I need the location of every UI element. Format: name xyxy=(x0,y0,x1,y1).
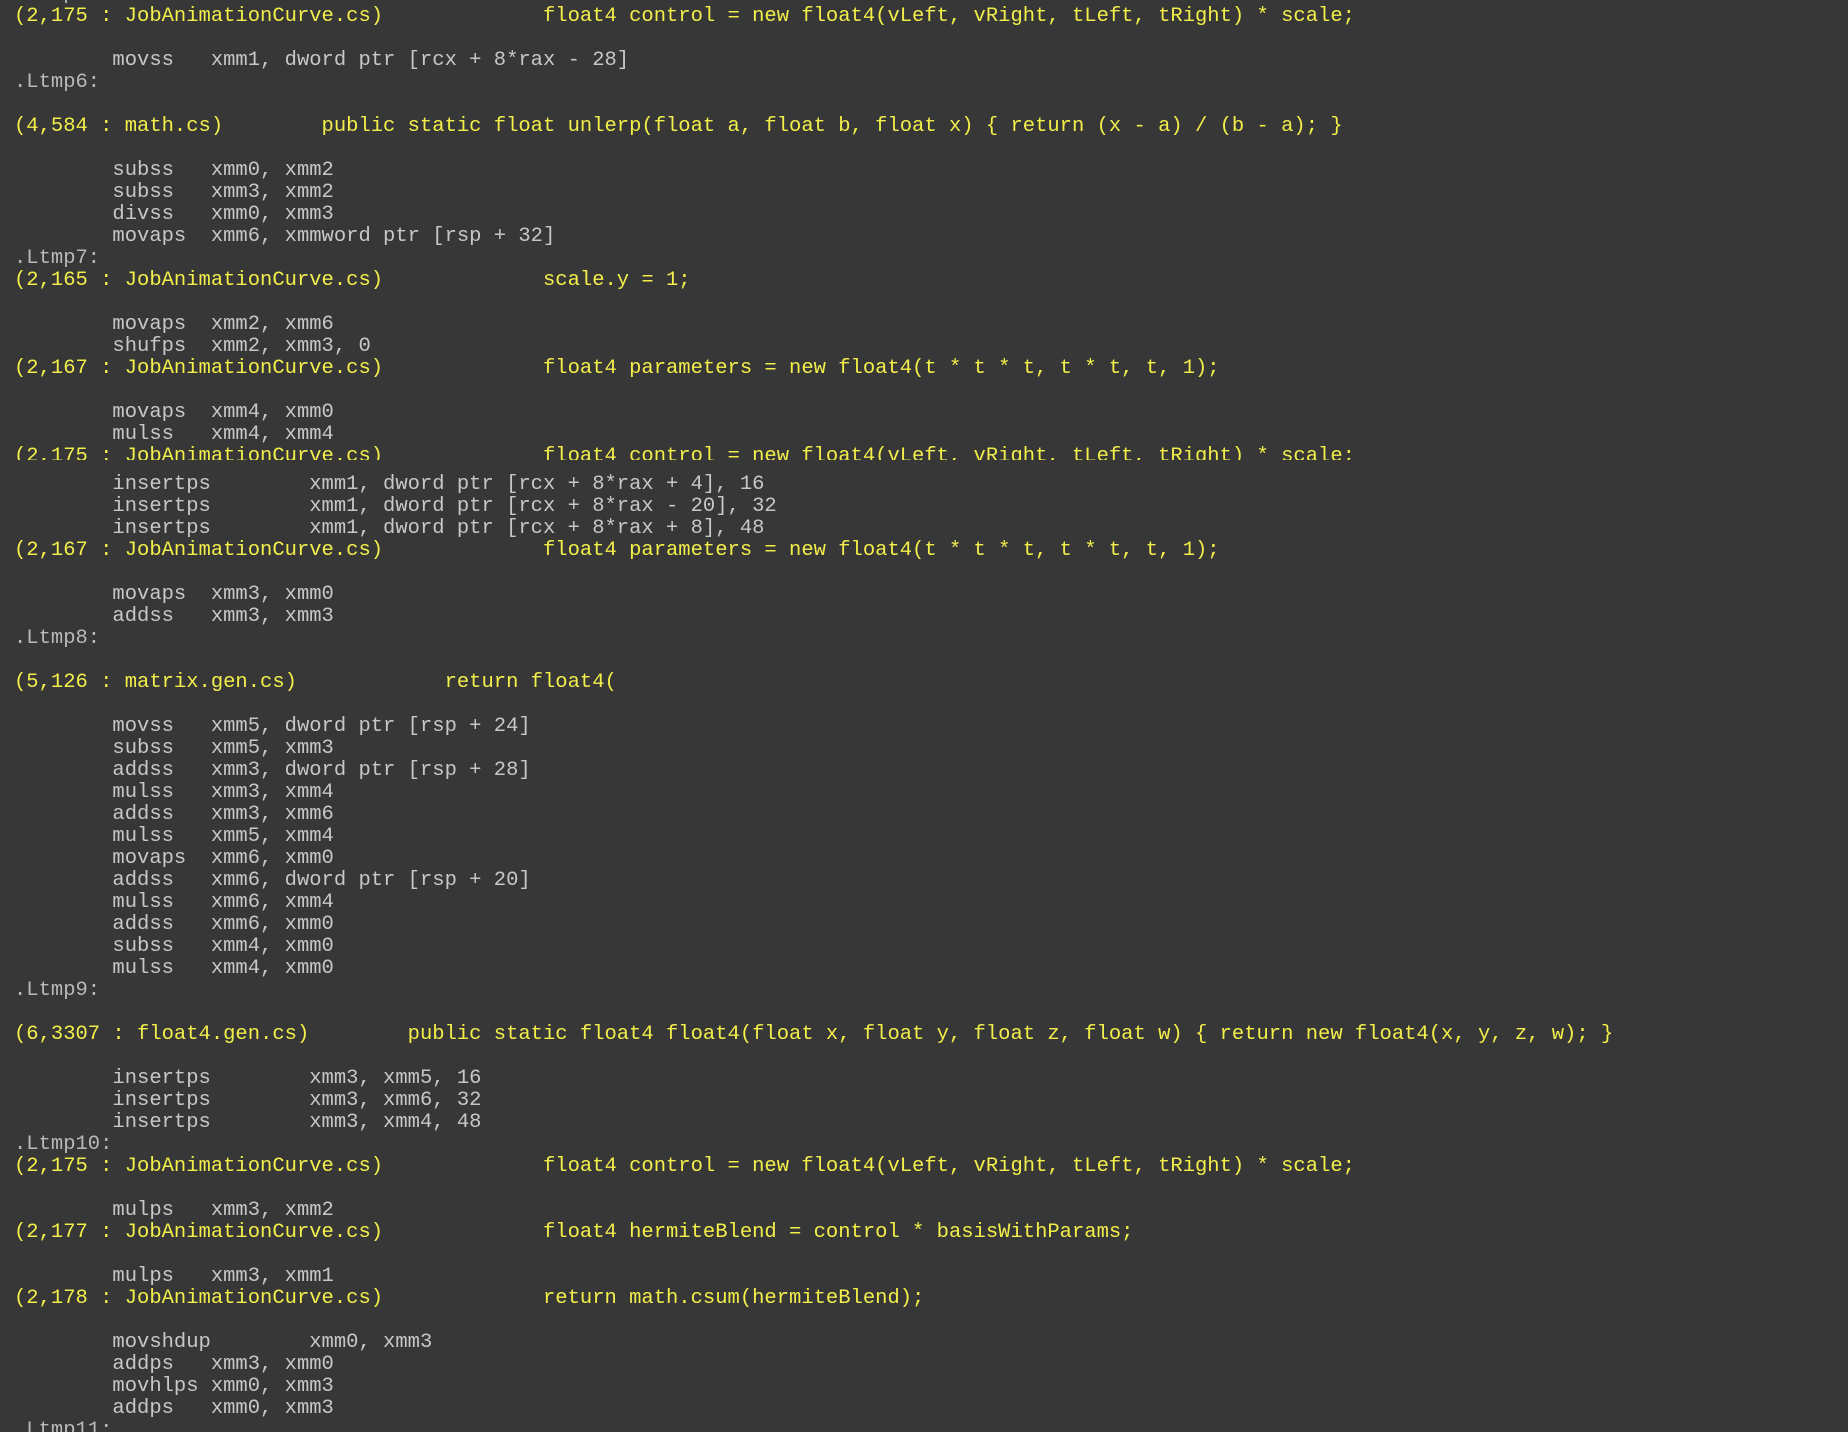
asm-instruction-line: movss xmm1, dword ptr [rcx + 8*rax - 28] xyxy=(14,49,630,72)
source-line: (2,167 : JobAnimationCurve.cs) float4 pa… xyxy=(14,539,1220,562)
asm-instruction-line: addps xmm0, xmm3 xyxy=(14,1397,334,1420)
asm-instruction-line: divss xmm0, xmm3 xyxy=(14,203,334,226)
asm-instruction-line: movaps xmm2, xmm6 xyxy=(14,313,334,336)
asm-instruction-line: addss xmm6, dword ptr [rsp + 20] xyxy=(14,869,531,892)
asm-instruction-line: subss xmm3, xmm2 xyxy=(14,181,334,204)
asm-instruction-line: subss xmm4, xmm0 xyxy=(14,935,334,958)
source-line: (2,175 : JobAnimationCurve.cs) float4 co… xyxy=(14,5,1355,28)
asm-instruction-line: movaps xmm3, xmm0 xyxy=(14,583,334,606)
asm-label-line: .Ltmp11: xyxy=(14,1419,113,1432)
asm-instruction-line: insertps xmm1, dword ptr [rcx + 8*rax + … xyxy=(14,473,765,496)
asm-instruction-line: mulps xmm3, xmm2 xyxy=(14,1199,334,1222)
source-line: (2,165 : JobAnimationCurve.cs) scale.y =… xyxy=(14,269,691,292)
asm-label-line: .Ltmp6: xyxy=(14,71,101,94)
asm-instruction-line: movhlps xmm0, xmm3 xyxy=(14,1375,334,1398)
asm-instruction-line: mulss xmm4, xmm4 xyxy=(14,423,334,446)
assembly-section-bottom: insertps xmm1, dword ptr [rcx + 8*rax + … xyxy=(14,460,1848,1432)
assembly-view: .Ltmp5:(2,175 : JobAnimationCurve.cs) fl… xyxy=(0,0,1848,1432)
source-line: (2,175 : JobAnimationCurve.cs) float4 co… xyxy=(14,1155,1355,1178)
asm-instruction-line: movshdup xmm0, xmm3 xyxy=(14,1331,433,1354)
source-line: (4,584 : math.cs) public static float un… xyxy=(14,115,1343,138)
asm-instruction-line: mulss xmm5, xmm4 xyxy=(14,825,334,848)
asm-label-line: .Ltmp10: xyxy=(14,1133,113,1156)
asm-instruction-line: addps xmm3, xmm0 xyxy=(14,1353,334,1376)
asm-instruction-line: movaps xmm4, xmm0 xyxy=(14,401,334,424)
source-line: (2,167 : JobAnimationCurve.cs) float4 pa… xyxy=(14,357,1220,380)
asm-label-line: .Ltmp9: xyxy=(14,979,101,1002)
source-line: (2,177 : JobAnimationCurve.cs) float4 he… xyxy=(14,1221,1134,1244)
asm-instruction-line: subss xmm0, xmm2 xyxy=(14,159,334,182)
source-line: (2,175 : JobAnimationCurve.cs) float4 co… xyxy=(14,445,1355,461)
asm-instruction-line: insertps xmm1, dword ptr [rcx + 8*rax - … xyxy=(14,495,777,518)
asm-instruction-line: insertps xmm1, dword ptr [rcx + 8*rax + … xyxy=(14,517,765,540)
asm-instruction-line: movaps xmm6, xmm0 xyxy=(14,847,334,870)
assembly-section-top: .Ltmp5:(2,175 : JobAnimationCurve.cs) fl… xyxy=(14,0,1848,460)
source-line: (6,3307 : float4.gen.cs) public static f… xyxy=(14,1023,1614,1046)
asm-instruction-line: addss xmm3, dword ptr [rsp + 28] xyxy=(14,759,531,782)
asm-instruction-line: mulps xmm3, xmm1 xyxy=(14,1265,334,1288)
source-line: (5,126 : matrix.gen.cs) return float4( xyxy=(14,671,617,694)
asm-instruction-line: addss xmm3, xmm6 xyxy=(14,803,334,826)
asm-instruction-line: insertps xmm3, xmm5, 16 xyxy=(14,1067,482,1090)
asm-instruction-line: mulss xmm4, xmm0 xyxy=(14,957,334,980)
asm-label-line: .Ltmp7: xyxy=(14,247,101,270)
asm-instruction-line: subss xmm5, xmm3 xyxy=(14,737,334,760)
source-line: (2,178 : JobAnimationCurve.cs) return ma… xyxy=(14,1287,925,1310)
asm-instruction-line: insertps xmm3, xmm4, 48 xyxy=(14,1111,482,1134)
asm-instruction-line: addss xmm6, xmm0 xyxy=(14,913,334,936)
asm-instruction-line: movss xmm5, dword ptr [rsp + 24] xyxy=(14,715,531,738)
asm-instruction-line: insertps xmm3, xmm6, 32 xyxy=(14,1089,482,1112)
asm-instruction-line: addss xmm3, xmm3 xyxy=(14,605,334,628)
asm-instruction-line: movaps xmm6, xmmword ptr [rsp + 32] xyxy=(14,225,556,248)
asm-instruction-line: shufps xmm2, xmm3, 0 xyxy=(14,335,371,358)
asm-instruction-line: mulss xmm3, xmm4 xyxy=(14,781,334,804)
asm-instruction-line: mulss xmm6, xmm4 xyxy=(14,891,334,914)
asm-label-line: .Ltmp8: xyxy=(14,627,101,650)
